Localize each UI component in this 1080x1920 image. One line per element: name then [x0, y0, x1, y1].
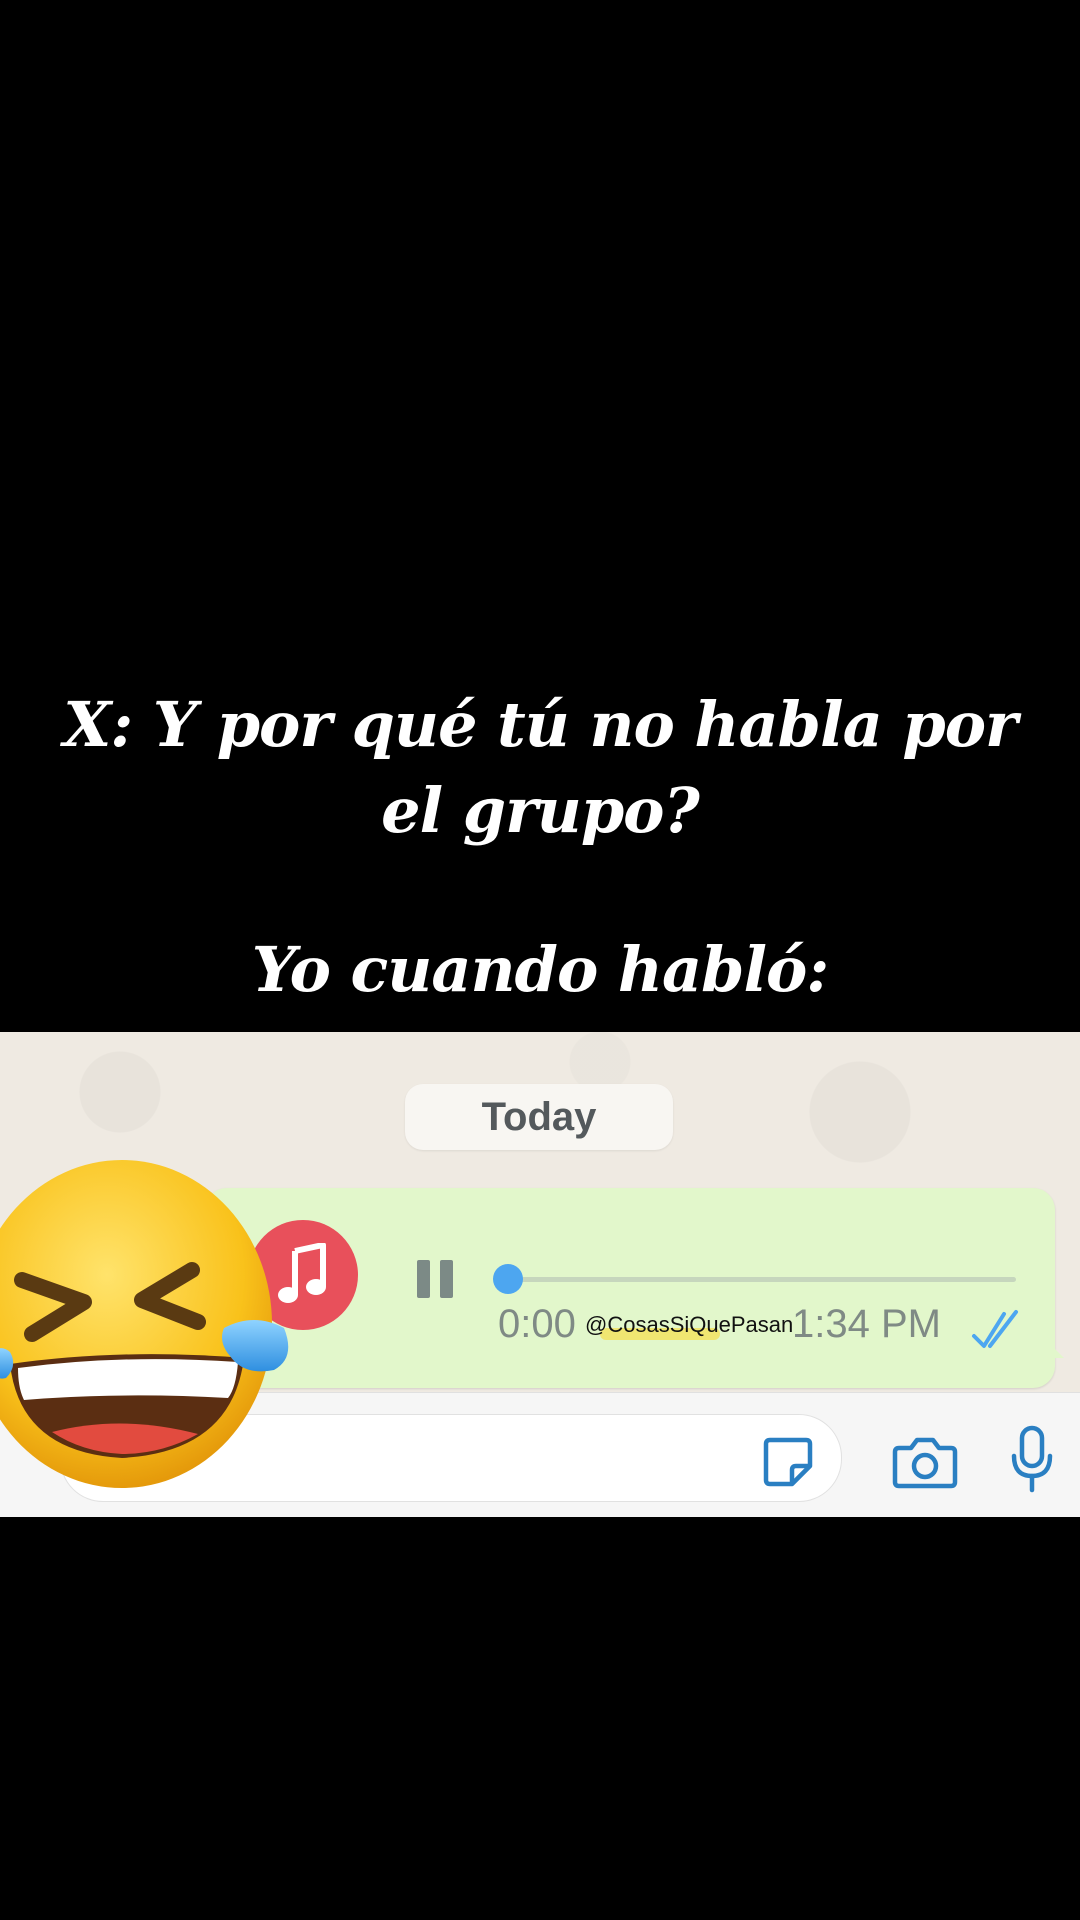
date-separator: Today: [405, 1084, 673, 1150]
double-check-icon: [972, 1310, 1018, 1348]
caption-question-line2: el grupo?: [381, 774, 700, 847]
grinning-squinting-tears-of-joy-emoji: [0, 1160, 289, 1488]
sticker-icon[interactable]: [756, 1430, 820, 1494]
camera-icon[interactable]: [888, 1430, 962, 1494]
video-frame: X: Y por qué tú no habla por el grupo? Y…: [0, 0, 1080, 1920]
microphone-icon[interactable]: [1004, 1422, 1060, 1498]
caption-question: X: Y por qué tú no habla por el grupo?: [40, 682, 1040, 854]
voice-duration: 0:00: [498, 1302, 576, 1346]
watermark-text: @CosasSiQuePasan: [585, 1312, 794, 1337]
pause-icon-bar-right: [440, 1260, 453, 1298]
pause-icon-bar-left: [417, 1260, 430, 1298]
bubble-tail: [1038, 1332, 1064, 1358]
caption-answer: Yo cuando habló:: [251, 933, 830, 1006]
caption-question-line1: X: Y por qué tú no habla por: [63, 688, 1017, 761]
message-time: 1:34 PM: [792, 1302, 941, 1346]
pause-button[interactable]: [410, 1254, 460, 1304]
audio-scrubber-handle[interactable]: [493, 1264, 523, 1294]
audio-progress-track[interactable]: [508, 1277, 1016, 1282]
